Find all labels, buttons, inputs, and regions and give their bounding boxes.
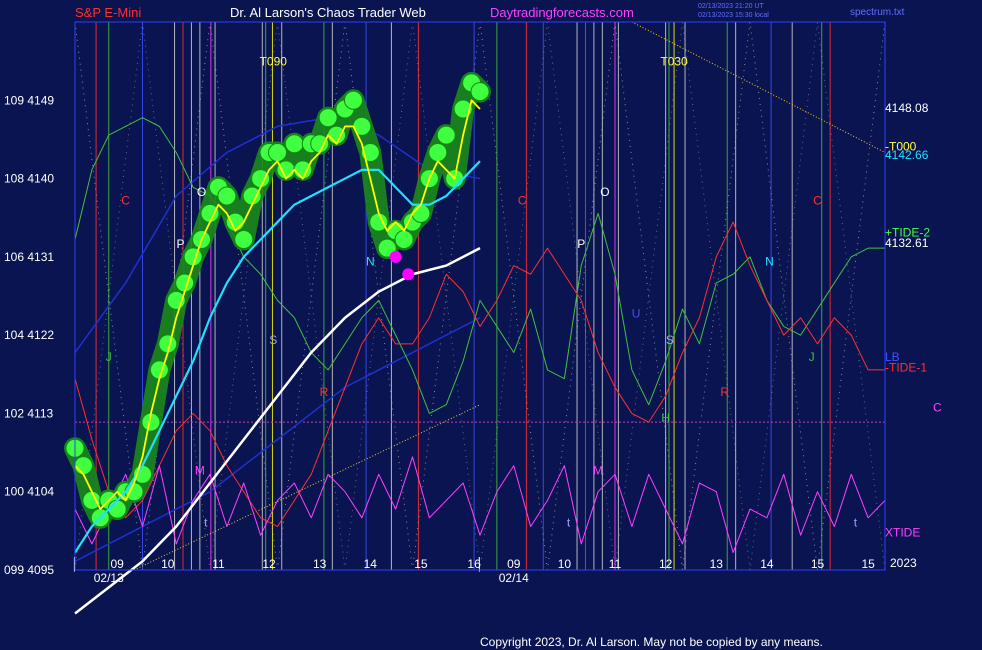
date-label-0: 02/13	[94, 571, 124, 585]
annotation-16: R	[720, 385, 729, 399]
marker-1	[402, 268, 415, 281]
halo-point-1	[73, 456, 93, 476]
y-tick-label-4: 106 4131	[4, 250, 54, 264]
annotation-14: U	[632, 307, 641, 321]
instrument-title: S&P E-Mini	[75, 5, 141, 20]
y-tick-label-5: 108 4140	[4, 172, 54, 186]
right-label-8: XTIDE	[885, 526, 920, 540]
halo-point-30	[318, 108, 338, 128]
chaos-chart: S&P E-Mini Dr. Al Larson's Chaos Trader …	[0, 0, 982, 650]
x-tick-label-2: 10	[161, 557, 175, 571]
annotation-21: M	[593, 463, 603, 477]
right-label-7: C	[933, 400, 942, 414]
x-tick-label-4: 12	[262, 557, 276, 571]
halo-point-18	[217, 186, 237, 206]
updated-stamp: 02/13/2023 21:20 UT	[698, 3, 764, 10]
annotation-17: N	[765, 255, 774, 269]
y-tick-label-3: 104 4122	[4, 328, 54, 342]
annotation-6: N	[366, 255, 375, 269]
halo-point-39	[394, 229, 414, 249]
annotation-12: O	[600, 185, 609, 199]
annotation-3: T090	[260, 54, 288, 68]
marker-0	[389, 250, 402, 263]
annotation-13: T030	[660, 54, 688, 68]
annotation-15: S	[666, 333, 674, 347]
y-tick-label-6: 109 4149	[4, 93, 54, 107]
halo-point-44	[436, 125, 456, 145]
right-label-6: -TIDE-1	[885, 360, 927, 374]
halo-point-24	[268, 142, 287, 162]
x-tick-label-15: 14	[760, 557, 774, 571]
x-tick-label-13: 12	[659, 557, 673, 571]
bars-stamp: 02/13/2023 15:30 local	[698, 12, 769, 19]
x-tick-label-1: 09	[111, 557, 125, 571]
annotation-19: C	[813, 194, 822, 208]
annotation-11: P	[577, 237, 585, 251]
annotation-18: H	[661, 411, 670, 425]
y-tick-label-1: 100 4104	[4, 485, 54, 499]
x-tick-label-11: 10	[558, 557, 572, 571]
chart-stage: S&P E-Mini Dr. Al Larson's Chaos Trader …	[0, 0, 982, 650]
file-name: spectrum.txt	[850, 7, 905, 18]
annotation-10: C	[518, 194, 527, 208]
chart-background	[0, 0, 982, 650]
copyright: Copyright 2023, Dr. Al Larson. May not b…	[480, 635, 823, 649]
date-label-1: 02/14	[499, 571, 529, 585]
year-label: 2023	[890, 556, 917, 570]
halo-point-43	[428, 142, 448, 162]
y-tick-label-0: 099 4095	[4, 563, 54, 577]
annotation-1: P	[176, 237, 184, 251]
x-tick-label-5: 13	[313, 557, 327, 571]
halo-point-33	[343, 90, 363, 110]
x-tick-label-16: 15	[811, 557, 825, 571]
x-tick-label-7: 15	[414, 557, 428, 571]
site-title: Dr. Al Larson's Chaos Trader Web	[230, 5, 426, 20]
right-label-4: 4132.61	[885, 236, 929, 250]
annotation-7: J	[106, 350, 112, 364]
right-label-2: 4142.66	[885, 148, 929, 162]
x-tick-label-6: 14	[364, 557, 378, 571]
halo-point-41	[411, 203, 431, 223]
halo-point-26	[284, 134, 304, 154]
x-tick-label-14: 13	[710, 557, 724, 571]
halo-point-48	[470, 82, 490, 102]
x-tick-label-3: 11	[212, 557, 225, 571]
annotation-5: R	[320, 385, 329, 399]
annotation-4: S	[269, 333, 277, 347]
x-tick-label-17: 15	[861, 557, 875, 571]
halo-point-20	[234, 229, 254, 249]
annotation-2: O	[197, 185, 206, 199]
annotation-8: M	[195, 463, 205, 477]
annotation-0: C	[121, 194, 130, 208]
x-tick-label-12: 11	[609, 557, 622, 571]
y-tick-label-2: 102 4113	[4, 406, 53, 420]
annotation-20: J	[809, 350, 815, 364]
halo-point-5	[107, 499, 127, 519]
right-label-0: 4148.08	[885, 101, 929, 115]
site-url: Daytradingforecasts.com	[490, 5, 634, 20]
x-tick-label-10: 09	[507, 557, 521, 571]
